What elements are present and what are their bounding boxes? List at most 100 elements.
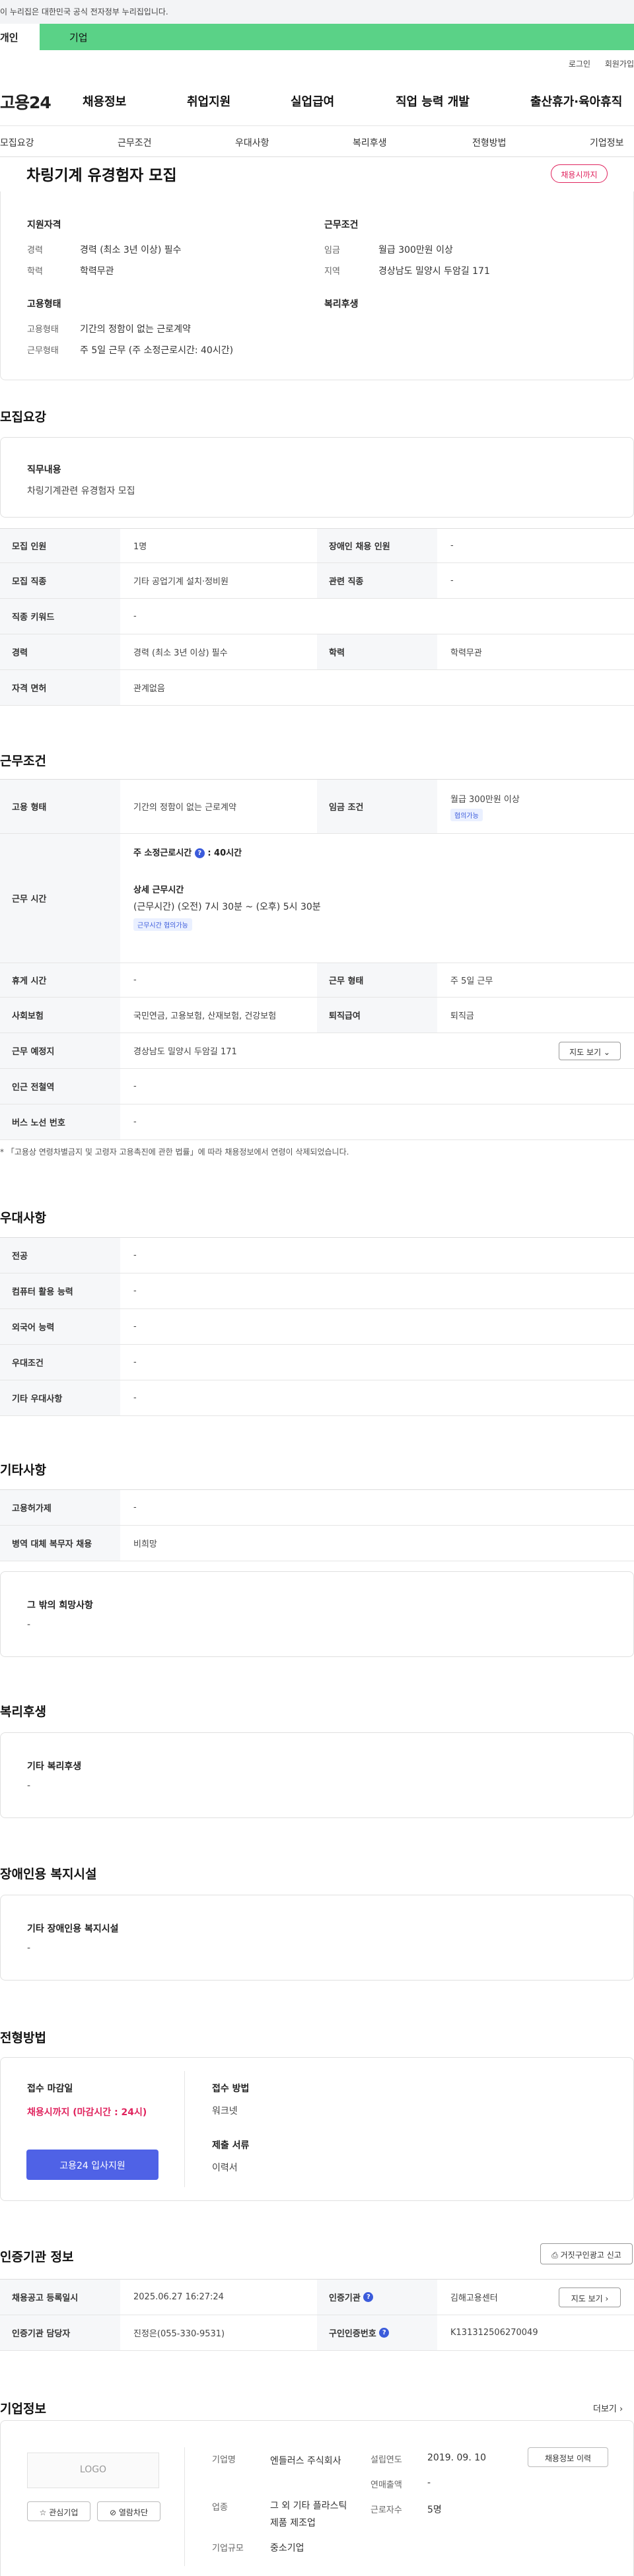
wage-label: 임금	[324, 246, 340, 255]
cell-label: 경력	[0, 634, 120, 669]
table-row: 사회보험 국민연금, 고용보험, 산재보험, 건강보험 퇴직급여 퇴직금	[0, 998, 634, 1033]
industry-label: 업종	[212, 2503, 228, 2513]
employment-heading: 고용형태	[27, 299, 61, 310]
cell-label: 근무 시간	[0, 834, 120, 963]
cell-label: 학력	[317, 634, 437, 669]
docs-heading: 제출 서류	[212, 2140, 250, 2151]
deadline-badge: 채용시까지	[551, 164, 608, 183]
section-title-company: 기업정보	[0, 2402, 46, 2416]
table-row: 자격 면허 관계없음	[0, 670, 634, 706]
info-icon[interactable]: ?	[379, 2328, 390, 2338]
cert-id-label: 구인인증번호	[329, 2329, 376, 2339]
deadline-heading: 접수 마감일	[27, 2084, 73, 2094]
weekly-hours: 주 소정근로시간 ? : 40시간	[133, 846, 242, 858]
etc-table: 고용허가제 - 병역 대체 복무자 채용 비희망	[0, 1489, 634, 1561]
block-view-button[interactable]: ⊘ 열람차단	[97, 2501, 160, 2521]
section-title-preferences: 우대사항	[0, 1211, 46, 1225]
section-title-welfare: 복리후생	[0, 1705, 46, 1719]
employees-label: 근로자수	[370, 2505, 402, 2515]
chevron-right-icon: ›	[619, 2404, 623, 2414]
note-asterisk: *	[0, 1147, 7, 1157]
subnav-conditions[interactable]: 근무조건	[118, 136, 152, 149]
favorite-company-button[interactable]: ☆ 관심기업	[27, 2501, 90, 2521]
subnav-company[interactable]: 기업정보	[590, 136, 624, 149]
tab-personal[interactable]: 개인	[0, 24, 40, 50]
gov-banner-text: 이 누리집은 대한민국 공식 전자정부 누리집입니다.	[0, 7, 168, 17]
report-ad-label: 거짓구인광고 신고	[560, 2251, 621, 2260]
table-row: 경력 경력 (최소 3년 이상) 필수 학력 학력무관	[0, 634, 634, 670]
cell-value: 학력무관	[450, 648, 482, 658]
industry-value: 그 외 기타 플라스틱 제품 제조업	[270, 2501, 347, 2528]
login-link[interactable]: 로그인	[569, 59, 590, 69]
wish-value: -	[27, 1619, 31, 1630]
gnb-jobs[interactable]: 채용정보	[83, 92, 126, 110]
gnb-vocational-training[interactable]: 직업 능력 개발	[396, 92, 470, 110]
wage-negotiable-tag: 협의가능	[450, 808, 483, 821]
established-value: 2019. 09. 10	[427, 2453, 487, 2463]
summary-card: 지원자격 경력 경력 (최소 3년 이상) 필수 학력 학력무관 근무조건 임금…	[0, 191, 634, 380]
info-icon[interactable]: ?	[194, 848, 205, 858]
subnav-recruit[interactable]: 모집요강	[0, 136, 34, 149]
table-row: 우대조건 -	[0, 1345, 634, 1380]
wish-heading: 그 밖의 희망사항	[27, 1600, 93, 1611]
wage-value: 월급 300만원 이상	[450, 794, 520, 805]
more-label: 더보기	[593, 2404, 617, 2414]
star-icon: ☆	[39, 2508, 47, 2517]
section-title-disability: 장애인용 복지시설	[0, 1867, 97, 1881]
subnav-preferences[interactable]: 우대사항	[235, 136, 269, 149]
cell-label: 컴퓨터 활용 능력	[0, 1273, 120, 1308]
cell-label: 퇴직급여	[317, 998, 437, 1033]
method-value: 워크넷	[212, 2106, 238, 2117]
subnav-welfare[interactable]: 복리후생	[353, 136, 387, 149]
cell-value: 퇴직금	[450, 1011, 474, 1021]
deadline-value: 채용시까지 (마감시간 : 24시)	[27, 2107, 147, 2118]
map-view-button[interactable]: 지도 보기 ⌄	[559, 1042, 621, 1060]
gnb-parental-leave[interactable]: 출산휴가·육아휴직	[530, 92, 622, 110]
report-icon: ⎙	[551, 2251, 558, 2260]
company-more-link[interactable]: 더보기 ›	[593, 2402, 623, 2414]
table-row: 병역 대체 복무자 채용 비희망	[0, 1526, 634, 1561]
table-row: 인근 전철역 -	[0, 1069, 634, 1104]
favorite-label: 관심기업	[49, 2508, 79, 2517]
table-row: 직종 키워드 -	[0, 599, 634, 634]
subnav-selection[interactable]: 전형방법	[472, 136, 507, 149]
report-ad-button[interactable]: ⎙ 거짓구인광고 신고	[540, 2243, 633, 2264]
employees-value: 5명	[427, 2505, 442, 2515]
map-view-label: 지도 보기	[569, 1048, 602, 1057]
apply-button[interactable]: 고용24 입사지원	[26, 2150, 158, 2180]
utility-links: 로그인 회원가입	[557, 58, 634, 69]
gnb-unemployment-benefit[interactable]: 실업급여	[291, 92, 334, 110]
wage-value: 월급 300만원 이상	[378, 245, 453, 255]
cell-label: 직종 키워드	[0, 599, 120, 634]
disability-card-heading: 기타 장애인용 복지시설	[27, 1924, 119, 1934]
cell-value: 국민연금, 고용보험, 산재보험, 건강보험	[133, 1011, 277, 1021]
join-link[interactable]: 회원가입	[605, 59, 634, 69]
gnb-employment-support[interactable]: 취업지원	[187, 92, 230, 110]
career-label: 경력	[27, 246, 43, 255]
cell-value: 2025.06.27 16:27:24	[133, 2292, 224, 2302]
docs-value: 이력서	[212, 2163, 238, 2173]
job-title: 차링기계 유경험자 모집	[26, 167, 177, 184]
cell-label: 관련 직종	[317, 563, 437, 598]
company-logo: LOGO	[27, 2453, 159, 2488]
cell-label: 외국어 능력	[0, 1309, 120, 1344]
tab-company[interactable]: 기업	[40, 24, 634, 50]
cert-map-button[interactable]: 지도 보기 ›	[559, 2288, 621, 2307]
info-icon[interactable]: ?	[363, 2292, 374, 2302]
cert-map-label: 지도 보기	[571, 2294, 603, 2303]
welfare-card-heading: 기타 복리후생	[27, 1761, 82, 1772]
detail-hours-heading: 상세 근무시간	[133, 885, 184, 895]
cell-label: 휴게 시간	[0, 963, 120, 997]
detail-hours-value: (근무시간) (오전) 7시 30분 ~ (오후) 5시 30분	[133, 902, 321, 912]
weekly-hours-label: 주 소정근로시간	[133, 848, 192, 858]
hours-negotiable-tag: 근무시간 협의가능	[133, 918, 192, 931]
recruit-history-button[interactable]: 채용정보 이력	[528, 2447, 608, 2467]
table-row: 고용 형태 기간의 정함이 없는 근로계약 임금 조건 월급 300만원 이상 …	[0, 780, 634, 834]
cell-label: 채용공고 등록일시	[0, 2280, 120, 2315]
brand-logo[interactable]: 고용24	[0, 90, 52, 114]
divider	[184, 2071, 185, 2187]
company-name-value: 엔들러스 주식회사	[270, 2456, 341, 2466]
worktype-label: 근무형태	[27, 346, 59, 356]
disability-card-value: -	[27, 1943, 31, 1953]
cert-org-label-cell: 인증기관 ?	[317, 2280, 437, 2315]
